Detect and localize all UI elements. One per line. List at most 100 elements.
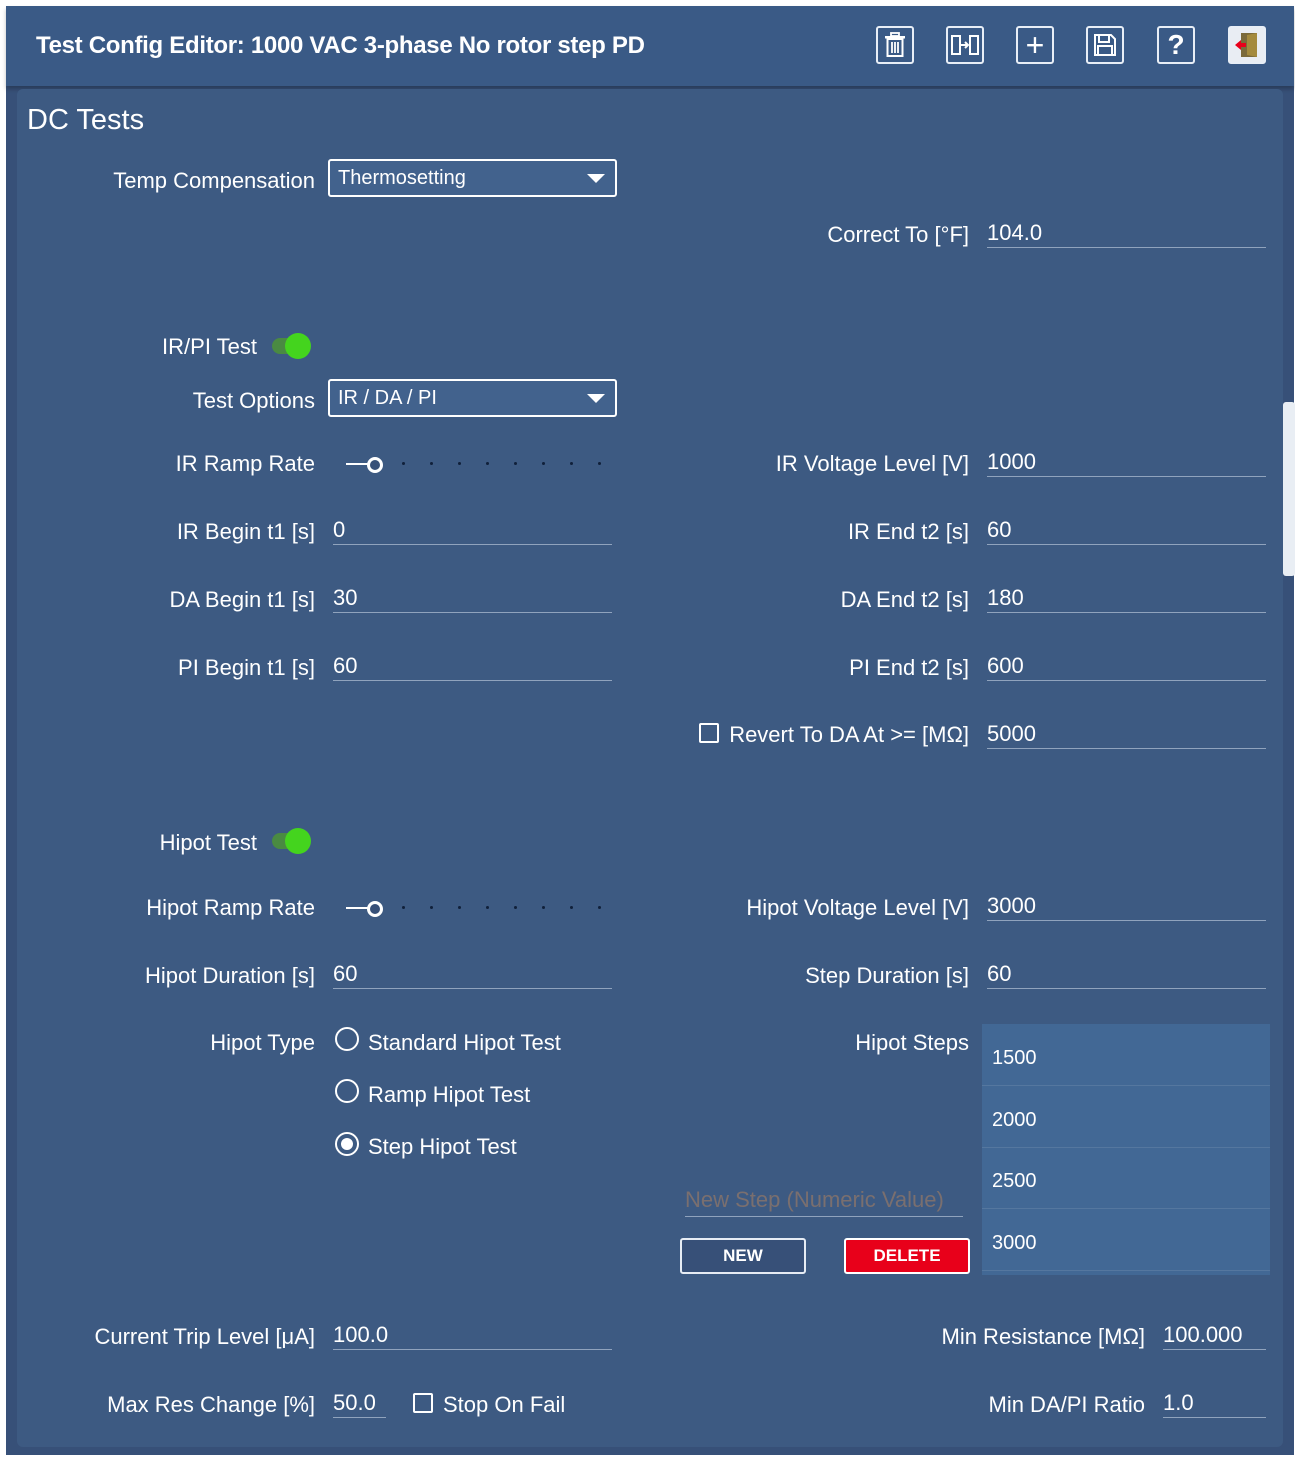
temp-compensation-dropdown[interactable]: Thermosetting bbox=[328, 159, 617, 197]
ir-end-field[interactable]: 60 bbox=[987, 517, 1266, 545]
slider-tick bbox=[570, 462, 573, 465]
stop-on-fail-checkbox[interactable] bbox=[413, 1393, 433, 1413]
exit-icon bbox=[1235, 33, 1257, 57]
slider-tick bbox=[402, 462, 405, 465]
hipot-step-row[interactable]: 2000 bbox=[982, 1088, 1270, 1148]
da-end-field[interactable]: 180 bbox=[987, 585, 1266, 613]
trash-icon bbox=[885, 32, 905, 57]
slider-tick bbox=[486, 906, 489, 909]
hipot-test-toggle[interactable] bbox=[272, 827, 314, 855]
ir-begin-label: IR Begin t1 [s] bbox=[176, 519, 315, 544]
title-bar: Test Config Editor: 1000 VAC 3-phase No … bbox=[6, 6, 1294, 86]
hipot-duration-label: Hipot Duration [s] bbox=[145, 963, 315, 988]
correct-to-label: Correct To [°F] bbox=[827, 222, 969, 247]
move-config-button[interactable] bbox=[946, 26, 984, 64]
delete-config-button[interactable] bbox=[876, 26, 914, 64]
section-title: DC Tests bbox=[27, 104, 145, 136]
radio-ramp-hipot-label: Ramp Hipot Test bbox=[368, 1082, 531, 1107]
slider-tick bbox=[570, 906, 573, 909]
slider-tick bbox=[402, 906, 405, 909]
ir-end-label: IR End t2 [s] bbox=[847, 519, 969, 544]
help-button[interactable]: ? bbox=[1157, 26, 1195, 64]
pi-end-field[interactable]: 600 bbox=[987, 653, 1266, 681]
radio-step-hipot-label: Step Hipot Test bbox=[368, 1134, 517, 1159]
hipot-step-row[interactable]: 3000 bbox=[982, 1211, 1270, 1271]
chevron-down-icon bbox=[587, 394, 605, 403]
min-resistance-field[interactable]: 100.000 bbox=[1163, 1322, 1266, 1350]
pi-begin-field[interactable]: 60 bbox=[333, 653, 612, 681]
hipot-voltage-level-field[interactable]: 3000 bbox=[987, 893, 1266, 921]
hipot-test-label: Hipot Test bbox=[159, 830, 257, 855]
pi-begin-label: PI Begin t1 [s] bbox=[178, 655, 315, 680]
hipot-steps-list[interactable]: 1500 2000 2500 3000 bbox=[982, 1024, 1270, 1275]
slider-tick bbox=[514, 906, 517, 909]
delete-step-button[interactable]: DELETE bbox=[844, 1238, 970, 1274]
revert-to-da-label: Revert To DA At >= [MΩ] bbox=[729, 722, 969, 747]
slider-knob[interactable] bbox=[367, 457, 383, 473]
stop-on-fail-label: Stop On Fail bbox=[443, 1392, 566, 1417]
temp-compensation-value: Thermosetting bbox=[338, 167, 466, 189]
temp-compensation-label: Temp Compensation bbox=[113, 168, 315, 193]
slider-tick bbox=[542, 906, 545, 909]
step-duration-label: Step Duration [s] bbox=[805, 963, 969, 988]
plus-icon: + bbox=[1025, 27, 1045, 63]
slider-tick bbox=[486, 462, 489, 465]
radio-standard-hipot-label: Standard Hipot Test bbox=[368, 1030, 561, 1055]
hipot-type-label: Hipot Type bbox=[210, 1030, 315, 1055]
ir-voltage-level-field[interactable]: 1000 bbox=[987, 449, 1266, 477]
radio-step-hipot[interactable] bbox=[335, 1132, 359, 1156]
hipot-ramp-rate-slider[interactable] bbox=[344, 896, 604, 920]
radio-ramp-hipot[interactable] bbox=[335, 1079, 359, 1103]
test-options-value: IR / DA / PI bbox=[338, 387, 437, 409]
window-title: Test Config Editor: 1000 VAC 3-phase No … bbox=[36, 32, 645, 59]
da-end-label: DA End t2 [s] bbox=[840, 587, 969, 612]
test-options-label: Test Options bbox=[192, 388, 315, 413]
add-config-button[interactable]: + bbox=[1016, 26, 1054, 64]
min-da-pi-ratio-label: Min DA/PI Ratio bbox=[988, 1392, 1146, 1417]
radio-selected-dot bbox=[341, 1138, 353, 1150]
new-step-button[interactable]: NEW bbox=[680, 1238, 806, 1274]
new-step-input[interactable] bbox=[685, 1184, 963, 1217]
help-icon: ? bbox=[1167, 29, 1185, 60]
chevron-down-icon bbox=[587, 174, 605, 183]
max-res-change-label: Max Res Change [%] bbox=[107, 1392, 315, 1417]
step-duration-field[interactable]: 60 bbox=[987, 961, 1266, 989]
slider-tick bbox=[514, 462, 517, 465]
min-da-pi-ratio-field[interactable]: 1.0 bbox=[1163, 1390, 1266, 1418]
exit-button[interactable] bbox=[1228, 26, 1266, 64]
scrollbar-thumb[interactable] bbox=[1283, 402, 1295, 576]
da-begin-label: DA Begin t1 [s] bbox=[169, 587, 315, 612]
ir-voltage-level-label: IR Voltage Level [V] bbox=[775, 451, 969, 476]
slider-knob[interactable] bbox=[367, 901, 383, 917]
slider-tick bbox=[542, 462, 545, 465]
move-icon bbox=[951, 35, 979, 55]
revert-to-da-field[interactable]: 5000 bbox=[987, 721, 1266, 749]
current-trip-level-field[interactable]: 100.0 bbox=[333, 1322, 612, 1350]
test-config-editor-window: Test Config Editor: 1000 VAC 3-phase No … bbox=[6, 6, 1295, 1455]
ir-pi-test-toggle[interactable] bbox=[272, 332, 314, 360]
ir-pi-test-label: IR/PI Test bbox=[162, 334, 257, 359]
ir-begin-field[interactable]: 0 bbox=[333, 517, 612, 545]
hipot-step-row[interactable]: 2500 bbox=[982, 1149, 1270, 1209]
slider-tick bbox=[430, 906, 433, 909]
max-res-change-field[interactable]: 50.0 bbox=[333, 1390, 386, 1418]
radio-standard-hipot[interactable] bbox=[335, 1027, 359, 1051]
correct-to-field[interactable]: 104.0 bbox=[987, 220, 1266, 248]
slider-tick bbox=[458, 462, 461, 465]
slider-tick bbox=[598, 462, 601, 465]
save-icon bbox=[1094, 34, 1116, 56]
hipot-steps-label: Hipot Steps bbox=[855, 1030, 969, 1055]
test-options-dropdown[interactable]: IR / DA / PI bbox=[328, 379, 617, 417]
hipot-duration-field[interactable]: 60 bbox=[333, 961, 612, 989]
current-trip-level-label: Current Trip Level [μA] bbox=[94, 1324, 315, 1349]
ir-ramp-rate-slider[interactable] bbox=[344, 452, 604, 476]
min-resistance-label: Min Resistance [MΩ] bbox=[941, 1324, 1146, 1349]
ir-ramp-rate-label: IR Ramp Rate bbox=[175, 451, 315, 476]
hipot-step-row[interactable]: 1500 bbox=[982, 1026, 1270, 1086]
toggle-knob bbox=[285, 333, 311, 359]
slider-tick bbox=[598, 906, 601, 909]
da-begin-field[interactable]: 30 bbox=[333, 585, 612, 613]
save-config-button[interactable] bbox=[1086, 26, 1124, 64]
hipot-ramp-rate-label: Hipot Ramp Rate bbox=[146, 895, 315, 920]
revert-to-da-checkbox[interactable] bbox=[699, 723, 719, 743]
